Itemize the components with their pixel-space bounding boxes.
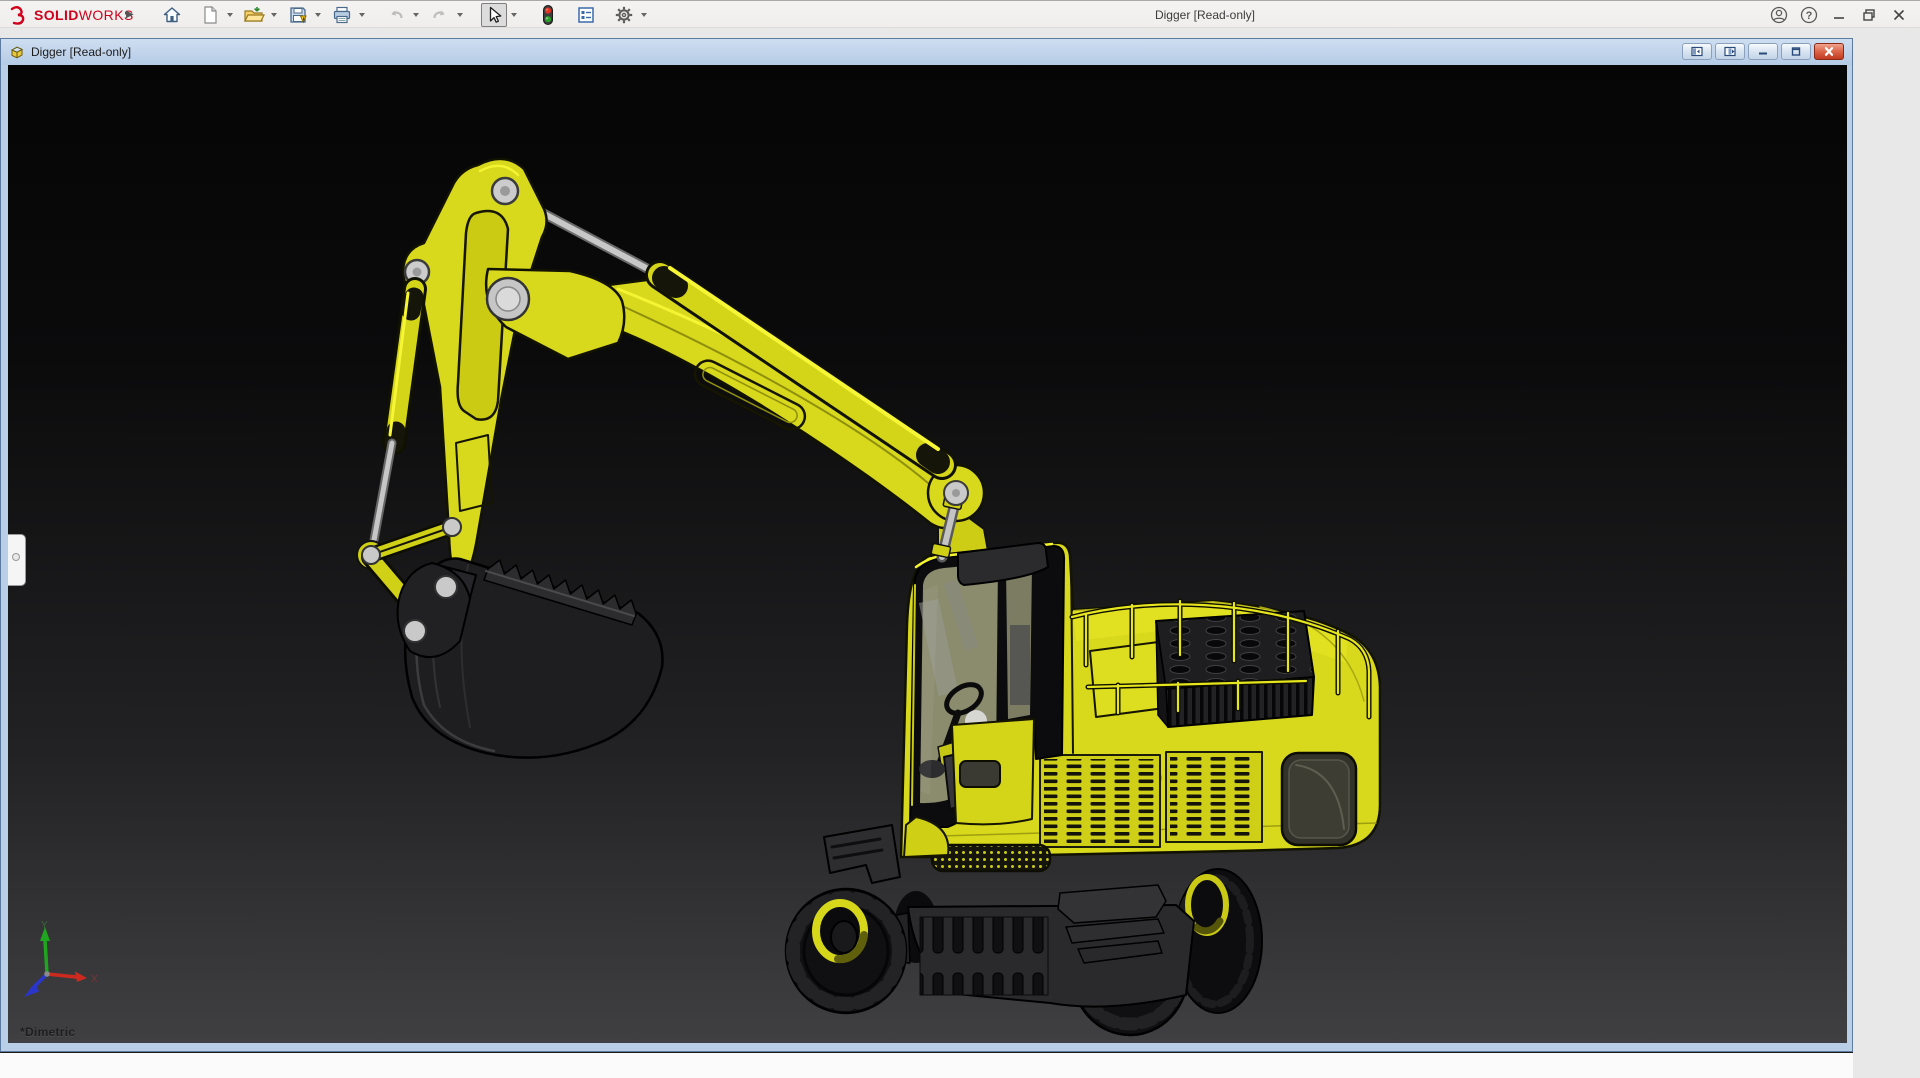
options-button[interactable] <box>611 3 637 27</box>
boom-cylinder <box>372 289 415 551</box>
document-restore-button[interactable] <box>1781 43 1811 60</box>
new-document-icon <box>200 5 220 25</box>
rebuild-traffic-light-icon <box>540 4 556 26</box>
close-icon <box>1891 7 1907 23</box>
close-button[interactable] <box>1884 2 1914 28</box>
print-button[interactable] <box>329 3 355 27</box>
save-button[interactable] <box>285 3 311 27</box>
rebuild-button[interactable] <box>535 3 561 27</box>
document-close-button[interactable] <box>1814 43 1844 60</box>
triad-x-axis-arrow <box>75 972 87 983</box>
select-tool-button[interactable] <box>481 3 507 27</box>
triad-y-label: Y <box>41 920 48 931</box>
file-properties-icon <box>576 5 596 25</box>
save-icon <box>288 5 308 25</box>
boom-triangle-plate <box>403 159 547 578</box>
display-pane-right-icon <box>1724 46 1736 57</box>
open-folder-icon <box>243 5 265 25</box>
side-grille-panels <box>1040 752 1262 847</box>
help-button[interactable]: ? <box>1794 2 1824 28</box>
quick-access-toolbar <box>158 2 654 28</box>
options-gear-icon <box>614 5 634 25</box>
restore-icon <box>1861 7 1877 23</box>
undo-dropdown-caret[interactable] <box>410 3 422 27</box>
menu-expand-arrow[interactable]: ▶ <box>126 8 136 22</box>
undo-button[interactable] <box>383 3 409 27</box>
front-fender-step[interactable] <box>824 825 900 883</box>
reference-triad[interactable]: Y X <box>22 920 112 1015</box>
document-close-icon <box>1823 46 1835 57</box>
featuremanager-collapsed-tab[interactable] <box>8 534 26 586</box>
redo-dropdown-caret[interactable] <box>454 3 466 27</box>
document-title: Digger [Read-only] <box>31 45 131 59</box>
excavator-body[interactable] <box>901 543 1380 871</box>
open-button[interactable] <box>241 3 267 27</box>
document-minimize-icon <box>1757 46 1769 57</box>
open-dropdown-caret[interactable] <box>268 3 280 27</box>
model-viewport[interactable]: Y X *Dimetric <box>8 65 1847 1045</box>
document-window: Digger [Read-only] <box>0 38 1853 1052</box>
document-window-controls <box>1682 43 1844 60</box>
help-icon: ? <box>1800 6 1818 24</box>
document-minimize-button[interactable] <box>1748 43 1778 60</box>
document-titlebar[interactable]: Digger [Read-only] <box>1 39 1852 65</box>
rear-panel-window <box>1282 753 1356 845</box>
minimize-button[interactable] <box>1824 2 1854 28</box>
solidworks-application: SOLIDWORKS ▶ <box>0 0 1920 1078</box>
new-document-button[interactable] <box>197 3 223 27</box>
display-pane-left-button[interactable] <box>1682 43 1712 60</box>
main-titlebar: SOLIDWORKS ▶ <box>0 0 1920 28</box>
select-tool-dropdown-caret[interactable] <box>508 3 520 27</box>
display-pane-right-button[interactable] <box>1715 43 1745 60</box>
app-window-controls: ? <box>1764 1 1914 29</box>
home-button[interactable] <box>159 3 185 27</box>
triad-x-label: X <box>91 974 98 985</box>
front-mesh-strip <box>932 845 1050 871</box>
document-restore-icon <box>1790 46 1802 57</box>
redo-icon <box>430 5 450 25</box>
file-properties-button[interactable] <box>573 3 599 27</box>
display-pane-left-icon <box>1691 46 1703 57</box>
digger-3d-model[interactable] <box>8 65 1847 1045</box>
print-dropdown-caret[interactable] <box>356 3 368 27</box>
minimize-icon <box>1831 7 1847 23</box>
print-icon <box>332 5 352 25</box>
solidworks-logo-icon <box>8 5 30 25</box>
solidworks-logo: SOLIDWORKS <box>8 5 134 25</box>
document-bottom-border <box>1 1043 1852 1051</box>
new-document-dropdown-caret[interactable] <box>224 3 236 27</box>
boom-assembly[interactable] <box>357 159 984 758</box>
account-icon <box>1770 6 1788 24</box>
redo-button[interactable] <box>427 3 453 27</box>
part-document-icon <box>9 44 25 60</box>
app-window-title: Digger [Read-only] <box>1125 1 1285 29</box>
view-orientation-label: *Dimetric <box>20 1025 75 1039</box>
svg-text:?: ? <box>1806 10 1813 22</box>
undo-icon <box>386 5 406 25</box>
restore-button[interactable] <box>1854 2 1884 28</box>
options-dropdown-caret[interactable] <box>638 3 650 27</box>
solidworks-logo-text: SOLIDWORKS <box>34 7 134 23</box>
save-dropdown-caret[interactable] <box>312 3 324 27</box>
account-button[interactable] <box>1764 2 1794 28</box>
right-gutter <box>1853 28 1920 1078</box>
featuremanager-tab-handle <box>12 553 20 561</box>
select-arrow-icon <box>484 5 504 25</box>
front-left-wheel[interactable] <box>786 889 906 1013</box>
home-icon <box>162 5 182 25</box>
status-bar <box>0 1053 1853 1078</box>
